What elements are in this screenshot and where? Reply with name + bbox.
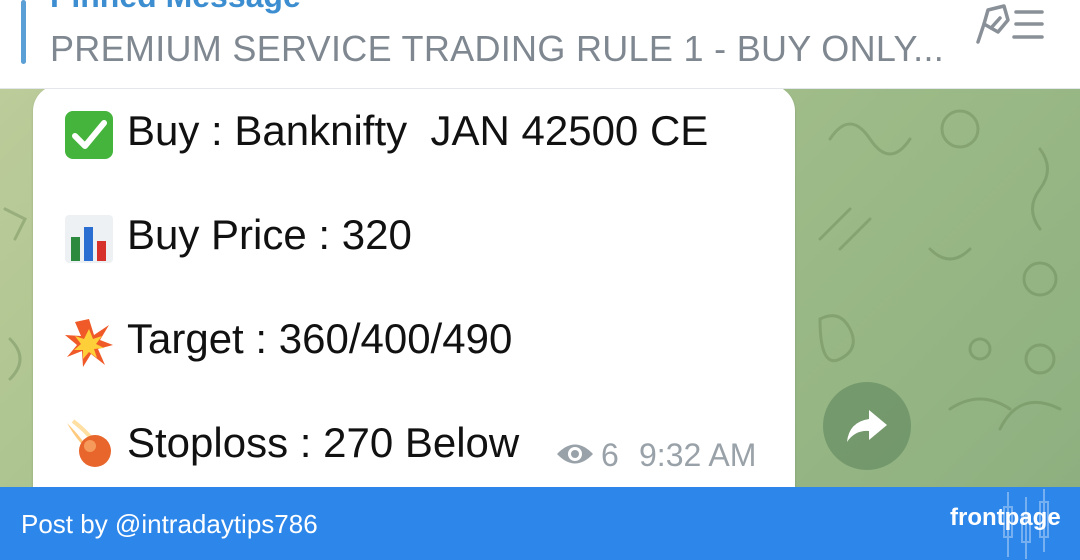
forward-arrow-icon [847, 410, 887, 442]
message-line-buy: Buy : Banknifty JAN 42500 CE [127, 107, 709, 154]
pin-list-icon[interactable] [974, 2, 1048, 48]
message-line-buy-price: Buy Price : 320 [127, 211, 412, 258]
pinned-message-bar[interactable]: Pinned Message PREMIUM SERVICE TRADING R… [0, 0, 1080, 89]
pinned-text: PREMIUM SERVICE TRADING RULE 1 - BUY ONL… [50, 28, 945, 69]
message-time: 9:32 AM [639, 437, 757, 473]
chat-background: Buy : Banknifty JAN 42500 CE Buy Price :… [0, 89, 1080, 487]
view-count: 6 [601, 437, 619, 473]
message-bubble[interactable]: Buy : Banknifty JAN 42500 CE Buy Price :… [33, 89, 795, 487]
message-line-stoploss: Stoploss : 270 Below [127, 419, 520, 466]
brand-logo-text: frontpage [950, 504, 1061, 531]
pinned-accent-bar [21, 0, 26, 64]
comet-icon [67, 419, 111, 467]
check-mark-icon [65, 111, 113, 159]
eye-icon [557, 444, 593, 464]
forward-button[interactable] [823, 382, 911, 470]
message-line-target: Target : 360/400/490 [127, 315, 513, 362]
post-by-text: Post by @intradaytips786 [21, 509, 318, 539]
collision-icon [65, 319, 113, 367]
pinned-title: Pinned Message [50, 0, 301, 15]
bar-chart-icon [65, 215, 113, 263]
footer-bar: Post by @intradaytips786 frontpage [0, 487, 1080, 560]
